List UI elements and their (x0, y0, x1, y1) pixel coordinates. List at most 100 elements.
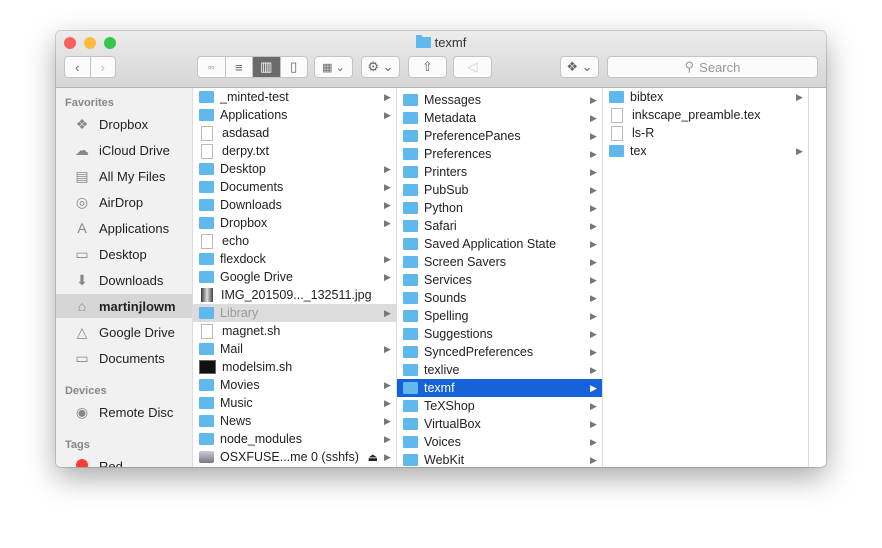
list-item[interactable]: VirtualBox ▶ (397, 415, 602, 433)
folder-icon (403, 256, 418, 268)
list-item[interactable]: Saved Application State ▶ (397, 235, 602, 253)
list-item[interactable]: TeXShop ▶ (397, 397, 602, 415)
list-item[interactable]: derpy.txt (193, 142, 396, 160)
forward-button[interactable]: › (91, 57, 116, 77)
list-item[interactable]: Metadata ▶ (397, 109, 602, 127)
chevron-right-icon: ▶ (590, 310, 597, 321)
document-icon (201, 143, 213, 159)
list-item[interactable]: Google Drive ▶ (193, 268, 396, 286)
sidebar-item-label: AirDrop (99, 194, 144, 210)
list-item[interactable]: inkscape_preamble.tex (603, 106, 808, 124)
list-item[interactable]: Safari ▶ (397, 217, 602, 235)
item-name: Python (424, 201, 463, 215)
list-item[interactable]: PreferencePanes ▶ (397, 127, 602, 145)
home-icon: ⌂ (77, 298, 87, 314)
list-item[interactable]: Mail ▶ (193, 340, 396, 358)
list-item[interactable]: asdasad (193, 124, 396, 142)
dropbox-button[interactable]: ❖ ⌄ (560, 56, 599, 78)
list-item[interactable]: Services ▶ (397, 271, 602, 289)
airdrop-icon: ◎ (75, 193, 89, 210)
list-item[interactable]: Screen Savers ▶ (397, 253, 602, 271)
list-item[interactable]: Messages ▶ (397, 91, 602, 109)
share-button[interactable]: ⇧ (408, 56, 447, 78)
list-item[interactable]: Preferences ▶ (397, 145, 602, 163)
list-item[interactable]: Library ▶ (193, 304, 396, 322)
eject-icon[interactable]: ⏏ (368, 451, 378, 464)
list-item[interactable]: News ▶ (193, 412, 396, 430)
item-name: Messages (424, 93, 481, 107)
folder-icon (403, 184, 418, 196)
folder-icon (199, 343, 214, 355)
list-item[interactable]: Movies ▶ (193, 376, 396, 394)
list-item[interactable]: magnet.sh (193, 322, 396, 340)
list-item[interactable]: flexdock ▶ (193, 250, 396, 268)
list-item[interactable]: echo (193, 232, 396, 250)
list-item[interactable]: IMG_201509..._132511.jpg (193, 286, 396, 304)
sidebar-item-remote-disc[interactable]: ◉ Remote Disc (56, 400, 192, 424)
folder-icon (403, 310, 418, 322)
list-item[interactable]: Dropbox ▶ (193, 214, 396, 232)
sidebar-item-desktop[interactable]: ▭ Desktop (56, 242, 192, 266)
list-item[interactable]: Applications ▶ (193, 106, 396, 124)
list-item[interactable]: texmf ▶ (397, 379, 602, 397)
list-item[interactable]: bibtex ▶ (603, 88, 808, 106)
list-item[interactable]: Suggestions ▶ (397, 325, 602, 343)
coverflow-view-button[interactable]: ▯ (281, 57, 308, 77)
sidebar-item-label: martinjlowm (99, 298, 176, 314)
sidebar-item-martinjlowm[interactable]: ⌂ martinjlowm (56, 294, 192, 318)
sidebar-item-documents[interactable]: ▭ Documents (56, 346, 192, 370)
external-drive-icon (199, 451, 214, 463)
item-name: Movies (220, 378, 260, 392)
list-item[interactable]: Desktop ▶ (193, 160, 396, 178)
chevron-right-icon: ▶ (384, 433, 391, 444)
item-name: _minted-test (220, 90, 289, 104)
sidebar-tag-red[interactable]: Red (56, 454, 192, 467)
sidebar-item-google-drive[interactable]: △ Google Drive (56, 320, 192, 344)
item-name: IMG_201509..._132511.jpg (221, 288, 372, 302)
terminal-icon (199, 360, 216, 374)
list-item[interactable]: ls-R (603, 124, 808, 142)
sidebar-item-applications[interactable]: A Applications (56, 216, 192, 240)
sidebar-item-dropbox[interactable]: ❖ Dropbox (56, 112, 192, 136)
list-item[interactable]: SyncedPreferences ▶ (397, 343, 602, 361)
sidebar-item-all-my-files[interactable]: ▤ All My Files (56, 164, 192, 188)
folder-icon (403, 346, 418, 358)
item-name: WebKit (424, 453, 465, 467)
list-item[interactable]: PubSub ▶ (397, 181, 602, 199)
arrange-button[interactable]: ▦ ⌄ (314, 56, 353, 78)
back-button[interactable]: ‹ (65, 57, 91, 77)
list-item[interactable]: node_modules ▶ (193, 430, 396, 448)
tag-button[interactable]: ◁ (453, 56, 492, 78)
item-name: SyncedPreferences (424, 345, 534, 359)
list-item[interactable]: WebKit ▶ (397, 451, 602, 467)
action-button[interactable]: ⚙ ⌄ (361, 56, 400, 78)
item-name: Documents (220, 180, 284, 194)
list-item[interactable]: _minted-test ▶ (193, 88, 396, 106)
list-item[interactable]: tex ▶ (603, 142, 808, 160)
sidebar-item-icloud-drive[interactable]: ☁ iCloud Drive (56, 138, 192, 162)
document-icon (201, 323, 213, 339)
list-item[interactable]: Music ▶ (193, 394, 396, 412)
item-name: node_modules (220, 432, 303, 446)
list-item[interactable]: OSXFUSE...me 0 (sshfs) ⏏ ▶ (193, 448, 396, 466)
list-item[interactable]: Documents ▶ (193, 178, 396, 196)
list-item[interactable]: modelsim.sh (193, 358, 396, 376)
icon-view-button[interactable]: ▫▫ (198, 57, 226, 77)
applications-icon: A (77, 220, 87, 236)
list-item[interactable]: Sounds ▶ (397, 289, 602, 307)
list-item[interactable]: Voices ▶ (397, 433, 602, 451)
folder-icon (403, 400, 418, 412)
list-item[interactable]: Python ▶ (397, 199, 602, 217)
sidebar-item-airdrop[interactable]: ◎ AirDrop (56, 190, 192, 214)
list-item[interactable]: Spelling ▶ (397, 307, 602, 325)
item-name: inkscape_preamble.tex (632, 108, 761, 122)
list-item[interactable]: texlive ▶ (397, 361, 602, 379)
column-texmf: bibtex ▶ inkscape_preamble.tex ls-R tex ▶ (603, 88, 809, 467)
list-view-button[interactable]: ≡ (226, 57, 253, 77)
sidebar-item-downloads[interactable]: ⬇ Downloads (56, 268, 192, 292)
list-item[interactable]: Downloads ▶ (193, 196, 396, 214)
list-item[interactable]: Printers ▶ (397, 163, 602, 181)
folder-icon (199, 217, 214, 229)
column-view-button[interactable]: ▥ (253, 57, 281, 77)
search-input[interactable]: ⚲ Search (607, 56, 818, 78)
